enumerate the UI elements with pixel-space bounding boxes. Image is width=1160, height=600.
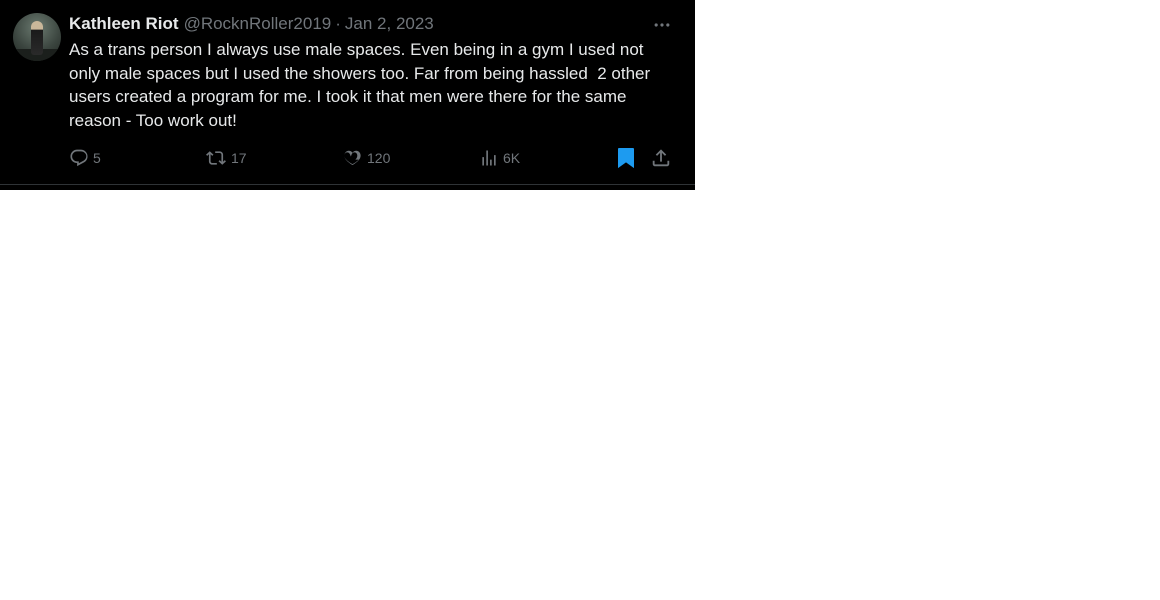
- divider: [0, 184, 695, 185]
- more-options-button[interactable]: [650, 14, 674, 36]
- share-icon: [652, 149, 670, 167]
- reply-button[interactable]: 5: [69, 146, 101, 170]
- separator-dot: ·: [335, 14, 341, 33]
- retweet-icon: [206, 151, 226, 165]
- tweet-actions: 5 17 120 6K: [0, 146, 695, 170]
- heart-icon: [344, 150, 361, 166]
- tweet-header: Kathleen Riot @RocknRoller2019 · Jan 2, …: [69, 12, 434, 36]
- bookmark-icon: [618, 148, 634, 169]
- tweet-card[interactable]: Kathleen Riot @RocknRoller2019 · Jan 2, …: [0, 0, 695, 190]
- display-name[interactable]: Kathleen Riot: [69, 14, 179, 34]
- tweet-date[interactable]: Jan 2, 2023: [345, 14, 434, 34]
- like-button[interactable]: 120: [342, 146, 390, 170]
- views-count: 6K: [503, 150, 521, 166]
- reply-icon: [70, 149, 88, 167]
- like-count: 120: [367, 150, 391, 166]
- share-button[interactable]: [650, 146, 672, 170]
- avatar[interactable]: [13, 13, 61, 61]
- tweet-text: As a trans person I always use male spac…: [69, 40, 655, 130]
- views-button[interactable]: 6K: [479, 146, 520, 170]
- user-handle[interactable]: @RocknRoller2019: [184, 14, 332, 34]
- reply-count: 5: [93, 150, 101, 166]
- avatar-figure: [31, 21, 43, 55]
- retweet-count: 17: [231, 150, 247, 166]
- retweet-button[interactable]: 17: [205, 146, 247, 170]
- bookmark-button[interactable]: [614, 146, 638, 170]
- more-horizontal-icon: [654, 23, 670, 27]
- analytics-icon: [482, 150, 496, 166]
